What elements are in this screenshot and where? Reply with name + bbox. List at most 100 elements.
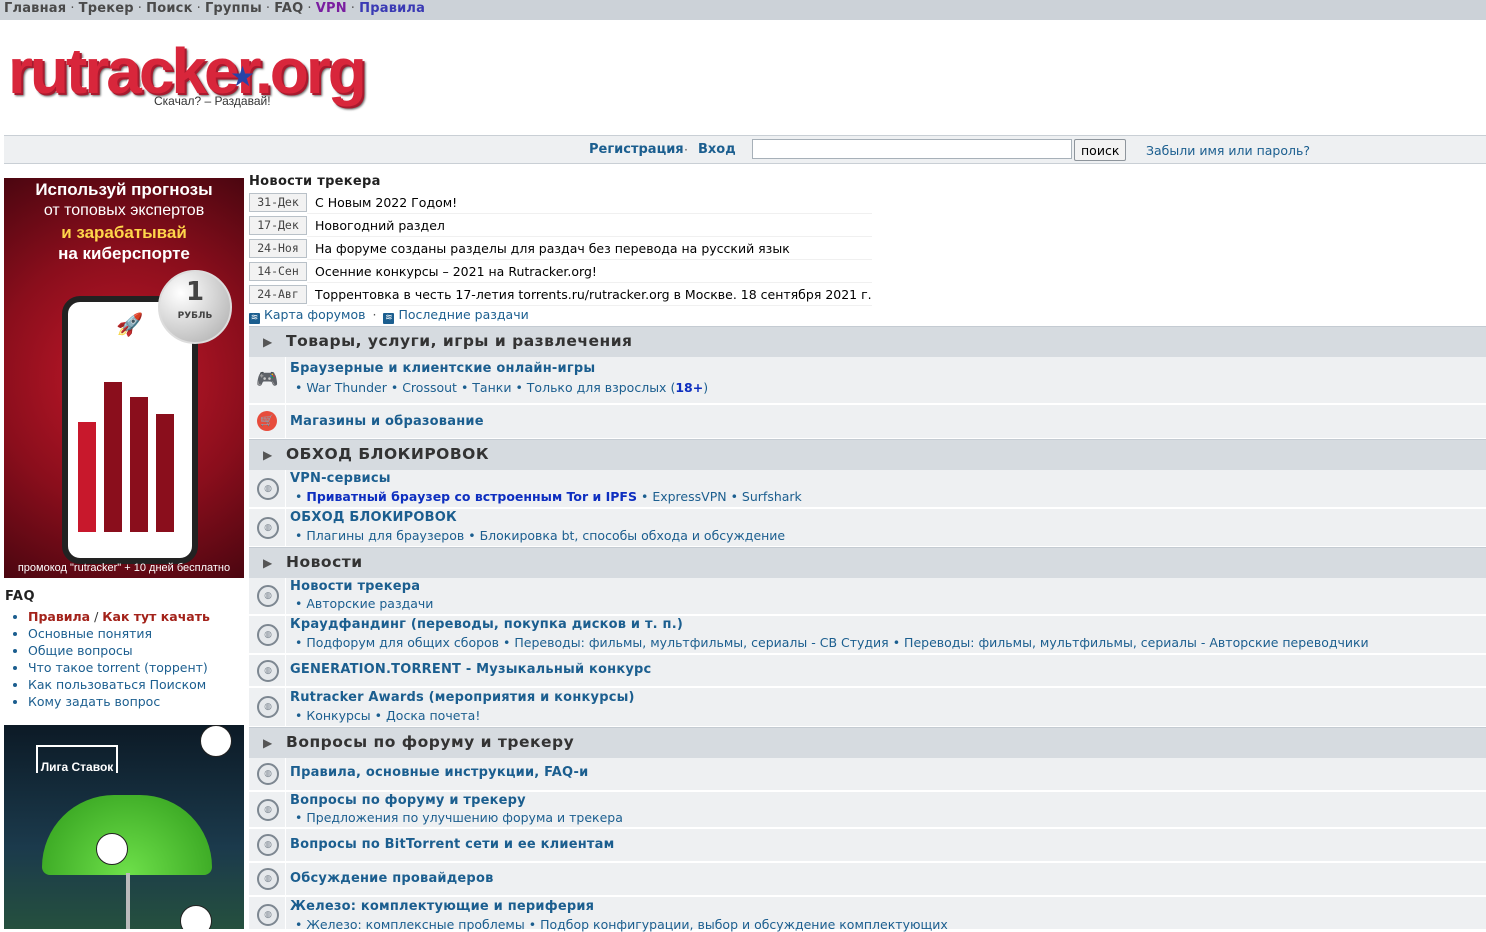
nav-tracker-link[interactable]: Трекер xyxy=(79,1,134,16)
faq-item: Как пользоваться Поиском xyxy=(28,676,245,693)
faq-link[interactable]: Как пользоваться Поиском xyxy=(28,677,206,692)
forum-status-icon: ◍ xyxy=(257,868,279,890)
faq-link[interactable]: Общие вопросы xyxy=(28,643,133,658)
expand-triangle-icon[interactable]: ▶ xyxy=(263,736,272,750)
category-header[interactable]: ▶ Товары, услуги, игры и развлечения xyxy=(249,326,1486,357)
forum-status-icon: ◍ xyxy=(257,799,279,821)
subforum-link[interactable]: Переводы: фильмы, мультфильмы, сериалы -… xyxy=(514,635,888,650)
adult-badge: 18+ xyxy=(675,380,704,395)
subforum-link[interactable]: Железо: комплексные проблемы xyxy=(306,917,524,932)
category-header[interactable]: ▶ Вопросы по форуму и трекеру xyxy=(249,727,1486,758)
bullet: • xyxy=(295,708,303,723)
subforum-link[interactable]: ExpressVPN xyxy=(652,489,726,504)
bullet: • xyxy=(295,596,303,611)
subforum-link[interactable]: Подбор конфигурации, выбор и обсуждение … xyxy=(540,917,948,932)
subforum-link[interactable]: Предложения по улучшению форума и трекер… xyxy=(306,810,623,825)
expand-triangle-icon[interactable]: ▶ xyxy=(263,335,272,349)
subforum-list: • Предложения по улучшению форума и трек… xyxy=(295,810,623,825)
forum-row: ◍ ОБХОД БЛОКИРОВОК • Плагины для браузер… xyxy=(249,509,1486,548)
forum-status-icon: ◍ xyxy=(257,478,279,500)
forum-icon-cell: 🛒 xyxy=(249,405,286,438)
forum-link[interactable]: Магазины и образование xyxy=(290,414,484,429)
subforum-link[interactable]: Доска почета! xyxy=(386,708,480,723)
forum-link[interactable]: Вопросы по форуму и трекеру xyxy=(290,793,526,808)
faq-rules-link[interactable]: Правила xyxy=(28,609,90,624)
forum-link[interactable]: GENERATION.TORRENT - Музыкальный конкурс xyxy=(290,662,651,677)
bullet: • xyxy=(730,489,738,504)
subforum-link[interactable]: Плагины для браузеров xyxy=(306,528,464,543)
bullet: • xyxy=(374,708,383,723)
forum-link[interactable]: Новости трекера xyxy=(290,579,420,594)
forum-link[interactable]: Правила, основные инструкции, FAQ-и xyxy=(290,765,588,780)
bullet: • xyxy=(295,810,303,825)
ad-umbrella-handle xyxy=(126,873,130,929)
bullet: • xyxy=(528,917,537,932)
forum-row: ◍ Вопросы по форуму и трекеру • Предложе… xyxy=(249,792,1486,829)
bullet: • xyxy=(503,635,511,650)
nav-separator: · xyxy=(196,1,201,16)
forum-row: ◍ Rutracker Awards (мероприятия и конкур… xyxy=(249,688,1486,728)
faq-link[interactable]: Основные понятия xyxy=(28,626,152,641)
forum-link[interactable]: Rutracker Awards (мероприятия и конкурсы… xyxy=(290,690,635,705)
bullet: • xyxy=(295,917,303,932)
subforum-link[interactable]: Crossout xyxy=(402,380,457,395)
forum-link[interactable]: Железо: комплектующие и периферия xyxy=(290,899,594,914)
subforum-link[interactable]: Surfshark xyxy=(742,489,802,504)
faq-how-to-download-link[interactable]: Как тут качать xyxy=(102,609,210,624)
faq-link[interactable]: Что такое torrent (торрент) xyxy=(28,660,208,675)
forum-link[interactable]: Обсуждение провайдеров xyxy=(290,871,494,886)
subforum-link[interactable]: Танки xyxy=(472,380,511,395)
forum-link[interactable]: Браузерные и клиентские онлайн-игры xyxy=(290,361,595,376)
faq-item: Что такое torrent (торрент) xyxy=(28,659,245,676)
forum-status-icon: ◍ xyxy=(257,904,279,926)
faq-link[interactable]: Кому задать вопрос xyxy=(28,694,160,709)
bullet: • xyxy=(892,635,901,650)
category-header[interactable]: ▶ Новости xyxy=(249,547,1486,578)
category-header[interactable]: ▶ ОБХОД БЛОКИРОВОК xyxy=(249,439,1486,470)
expand-triangle-icon[interactable]: ▶ xyxy=(263,556,272,570)
forum-status-icon: ◍ xyxy=(257,585,279,607)
bullet: • xyxy=(640,489,649,504)
forum-icon-cell: ◍ xyxy=(249,470,286,507)
subforum-list: • Плагины для браузеров • Блокировка bt,… xyxy=(295,528,785,543)
forum-link[interactable]: VPN-сервисы xyxy=(290,471,391,486)
subforum-list: • War Thunder • Crossout • Танки • Тольк… xyxy=(295,380,709,395)
subforum-link[interactable]: Приватный браузер со встроенным Tor и IP… xyxy=(306,489,637,504)
forum-icon-cell: ◍ xyxy=(249,758,286,790)
subforum-link[interactable]: Только для взрослых xyxy=(527,380,667,395)
faq-item: Основные понятия xyxy=(28,625,245,642)
advertisement-banner-esports[interactable]: Используй прогнозы от топовых экспертов … xyxy=(4,178,244,578)
forum-link[interactable]: Краудфандинг (переводы, покупка дисков и… xyxy=(290,617,683,632)
advertisement-banner-betting[interactable]: Лига Ставок xyxy=(4,725,244,929)
subforum-link[interactable]: Переводы: фильмы, мультфильмы, сериалы -… xyxy=(904,635,1369,650)
category-name: Вопросы по форуму и трекеру xyxy=(286,733,575,751)
gamepad-icon: 🎮 xyxy=(256,369,279,390)
forum-icon-cell: ◍ xyxy=(249,688,286,726)
forum-link[interactable]: ОБХОД БЛОКИРОВОК xyxy=(290,510,457,525)
bullet: • xyxy=(390,380,399,395)
subforum-link[interactable]: Блокировка bt, способы обхода и обсужден… xyxy=(480,528,786,543)
forum-icon-cell: ◍ xyxy=(249,792,286,827)
nav-separator: · xyxy=(137,1,143,16)
forum-status-icon: ◍ xyxy=(257,660,279,682)
subforum-link[interactable]: Авторские раздачи xyxy=(306,596,433,611)
subforum-list: • Подфорум для общих сборов • Переводы: … xyxy=(295,635,1369,650)
forum-row: ◍ Правила, основные инструкции, FAQ-и xyxy=(249,758,1486,792)
forum-icon-cell: ◍ xyxy=(249,829,286,861)
nav-home-link[interactable]: Главная xyxy=(4,1,66,16)
subforum-link[interactable]: War Thunder xyxy=(306,380,387,395)
forum-status-icon: ◍ xyxy=(257,696,279,718)
forum-icon-cell: ◍ xyxy=(249,897,286,929)
ad-line-2: от топовых экспертов xyxy=(43,202,205,219)
ad-line-3: и зарабатывай xyxy=(61,223,187,242)
nav-search-link[interactable]: Поиск xyxy=(146,1,192,16)
subforum-link[interactable]: Подфорум для общих сборов xyxy=(306,635,499,650)
forum-row: 🛒 Магазины и образование xyxy=(249,405,1486,440)
forum-link[interactable]: Вопросы по BitTorrent сети и ее клиентам xyxy=(290,837,614,852)
forum-status-icon: ◍ xyxy=(257,624,279,646)
ad-coin-caption: РУБЛЬ xyxy=(177,311,213,321)
expand-triangle-icon[interactable]: ▶ xyxy=(263,448,272,462)
subforum-link[interactable]: Конкурсы xyxy=(306,708,370,723)
forum-icon-cell: ◍ xyxy=(249,578,286,614)
faq-title: FAQ xyxy=(5,589,36,604)
